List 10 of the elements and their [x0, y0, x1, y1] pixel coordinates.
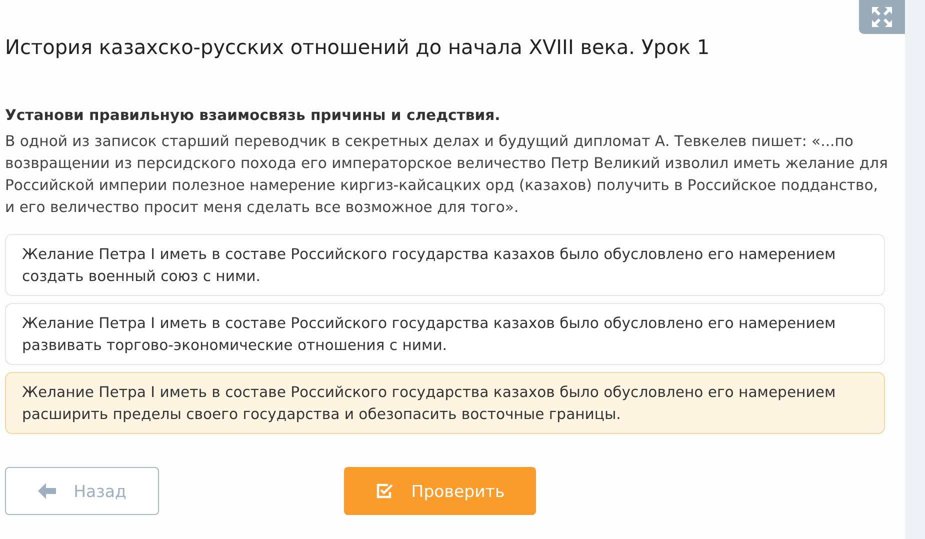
- expand-icon: [871, 6, 893, 28]
- quote-paragraph: В одной из записок старший переводчик в секретных делах и будущий дипломат А. Тевкелев пишет: «...по возвращении из персидского похода его императорское величество Петр Великий изволил иметь желание для Российской империи полезное намерение киргиз-кайсацких орд (казахов) получить в Российское подданство, и его величество просит меня сделать все возможное для того».: [5, 132, 889, 218]
- expand-button[interactable]: [859, 0, 905, 34]
- lesson-title: История казахско-русских отношений до начала XVIII века. Урок 1: [5, 35, 711, 59]
- task-instruction: Установи правильную взаимосвязь причины и следствия.: [5, 107, 502, 124]
- answer-option[interactable]: Желание Петра I иметь в составе Российского государства казахов было обусловлено его намерением создать военный союз с ними.: [5, 234, 885, 296]
- answer-option[interactable]: Желание Петра I иметь в составе Российского государства казахов было обусловлено его намерением развивать торгово-экономические отношения с ними.: [5, 303, 885, 365]
- answer-option[interactable]: Желание Петра I иметь в составе Российского государства казахов было обусловлено его намерением расширить пределы своего государства и обезопасить восточные границы.: [5, 372, 885, 434]
- arrow-left-icon: [38, 483, 56, 499]
- checkbox-icon: [375, 482, 394, 500]
